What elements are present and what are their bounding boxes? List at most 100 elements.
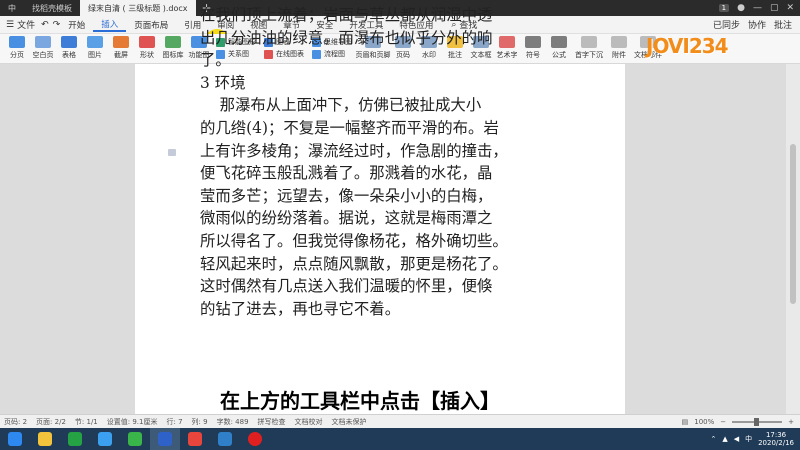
blank-page-label: 空白页: [32, 51, 54, 59]
wps-presentation-app[interactable]: [210, 428, 240, 450]
chrome-app[interactable]: [180, 428, 210, 450]
document-body[interactable]: 在我们顶上流着；岩面与草丛都从润湿中透 出几分油油的绿意。而瀑布也似乎分外的响 …: [200, 4, 570, 320]
protection-status[interactable]: 文档未保护: [332, 417, 367, 427]
start-button[interactable]: [0, 428, 30, 450]
doc-line: 轻风起来时，点点随风飘散，那更是杨花了。: [200, 254, 508, 273]
doc-line: 微雨似的纷纷落着。据说，这就是梅雨潭之: [200, 209, 493, 228]
icon-library-button[interactable]: 图标库: [160, 34, 186, 60]
close-button[interactable]: ✕: [786, 3, 794, 13]
zoom-slider[interactable]: [732, 417, 783, 426]
file-menu-label: 文件: [17, 21, 36, 31]
picture-label: 图片: [88, 51, 102, 59]
window-count-badge: 1: [718, 4, 730, 12]
file-menu[interactable]: ☰ 文件: [0, 18, 41, 32]
browser-icon: [128, 432, 142, 446]
zoom-level[interactable]: 100%: [694, 418, 714, 426]
blank-page-button[interactable]: 空白页: [30, 34, 56, 60]
minimize-button[interactable]: —: [753, 3, 762, 13]
drop-cap-label: 首字下沉: [575, 51, 603, 59]
page-break-icon: [9, 36, 25, 48]
presentation-icon: [218, 432, 232, 446]
doc-line: 上有许多棱角；瀑流经过时，作急剧的撞击，: [200, 141, 508, 160]
clock-time: 17:36: [765, 431, 787, 439]
doc-line: 的钻了进去，再也寻它不着。: [200, 299, 401, 318]
volume-icon[interactable]: ◀: [734, 435, 739, 443]
wps-writer-app[interactable]: [150, 428, 180, 450]
clock[interactable]: 17:36 2020/2/16: [758, 431, 794, 447]
network-icon[interactable]: ▲: [722, 435, 727, 443]
doc-heading: 3 环境: [200, 73, 246, 92]
scrollbar-thumb[interactable]: [790, 144, 796, 304]
file-explorer-app[interactable]: [30, 428, 60, 450]
paragraph-marker-icon[interactable]: [168, 149, 176, 156]
view-mode-icon[interactable]: ▤: [682, 418, 689, 426]
comment-button[interactable]: 批注: [774, 18, 792, 31]
tab-document[interactable]: 绿末自清 ( 三级标题 ).docx: [80, 0, 196, 16]
doc-line: 那瀑布从上面冲下，仿佛已被扯成大小: [200, 96, 482, 115]
status-pages: 页面: 2/2: [36, 417, 66, 426]
screenshot-button[interactable]: 截屏: [108, 34, 134, 60]
icon-library-icon: [165, 36, 181, 48]
attachment-button[interactable]: 附件: [606, 34, 632, 60]
doc-line: 出几分油油的绿意。而瀑布也似乎分外的响: [200, 28, 493, 47]
page-break-label: 分页: [10, 51, 24, 59]
picture-button[interactable]: 图片: [82, 34, 108, 60]
table-icon: [61, 36, 77, 48]
redo-icon[interactable]: ↷: [53, 20, 61, 30]
chrome-icon: [188, 432, 202, 446]
page-break-button[interactable]: 分页: [4, 34, 30, 60]
vertical-scrollbar[interactable]: [786, 64, 800, 414]
store-icon: [68, 432, 82, 446]
attachment-icon: [611, 36, 627, 48]
status-page: 页码: 2: [4, 417, 28, 426]
status-column: 列: 9: [191, 417, 208, 426]
attachment-label: 附件: [612, 51, 626, 59]
clock-date: 2020/2/16: [758, 439, 794, 447]
table-label: 表格: [62, 51, 76, 59]
screenshot-icon: [113, 36, 129, 48]
doc-line: 的几绺(4)；不复是一幅整齐而平滑的布。岩: [200, 118, 499, 137]
drop-cap-button[interactable]: 首字下沉: [572, 34, 606, 60]
store-app[interactable]: [60, 428, 90, 450]
tab-home[interactable]: 开始: [60, 19, 93, 31]
table-button[interactable]: 表格: [56, 34, 82, 60]
collab-button[interactable]: 协作: [748, 18, 766, 31]
tab-insert[interactable]: 插入: [93, 18, 127, 32]
tab-ime[interactable]: 中: [0, 0, 24, 16]
spell-check-button[interactable]: 拼写检查: [258, 417, 286, 427]
icon-library-label: 图标库: [162, 51, 184, 59]
folder-icon: [38, 432, 52, 446]
status-position: 设置值: 9.1厘米: [106, 417, 158, 426]
hamburger-icon: ☰: [6, 19, 15, 30]
record-icon: [248, 432, 262, 446]
tab-page-layout[interactable]: 页面布局: [126, 19, 176, 31]
doc-line: 所以得名了。但我觉得像杨花，格外确切些。: [200, 231, 508, 250]
undo-icon[interactable]: ↶: [41, 20, 49, 30]
browser-360-app[interactable]: [120, 428, 150, 450]
doc-line: 了。: [200, 51, 231, 70]
screen-recorder-app[interactable]: [240, 428, 270, 450]
blank-page-icon: [35, 36, 51, 48]
tray-chevron-icon[interactable]: ⌃: [710, 435, 716, 443]
windows-icon: [8, 432, 22, 446]
proofread-button[interactable]: 文档校对: [295, 417, 323, 427]
shape-label: 形状: [140, 51, 154, 59]
ime-indicator[interactable]: 中: [745, 434, 752, 444]
status-word-count[interactable]: 字数: 489: [217, 417, 249, 427]
doc-line: 莹而多芒；远望去，像一朵朵小小的白梅，: [200, 186, 493, 205]
baidu-netdisk-app[interactable]: [90, 428, 120, 450]
video-subtitle: 在上方的工具栏中点击【插入】: [210, 384, 510, 418]
avatar[interactable]: ●: [737, 3, 745, 13]
doc-line: 这时偶然有几点送入我们温暖的怀里，便倏: [200, 277, 493, 296]
shape-button[interactable]: 形状: [134, 34, 160, 60]
zoom-in-button[interactable]: +: [788, 418, 794, 426]
taskbar: ⌃ ▲ ◀ 中 17:36 2020/2/16: [0, 428, 800, 450]
shape-icon: [139, 36, 155, 48]
maximize-button[interactable]: ▢: [770, 3, 779, 13]
sync-status[interactable]: 已同步: [713, 18, 740, 31]
status-row: 行: 7: [166, 417, 183, 426]
zoom-out-button[interactable]: −: [720, 418, 726, 426]
zoom-slider-knob[interactable]: [754, 417, 760, 426]
status-section: 节: 1/1: [74, 417, 98, 426]
tab-templates[interactable]: 找稻壳模板: [24, 0, 80, 16]
